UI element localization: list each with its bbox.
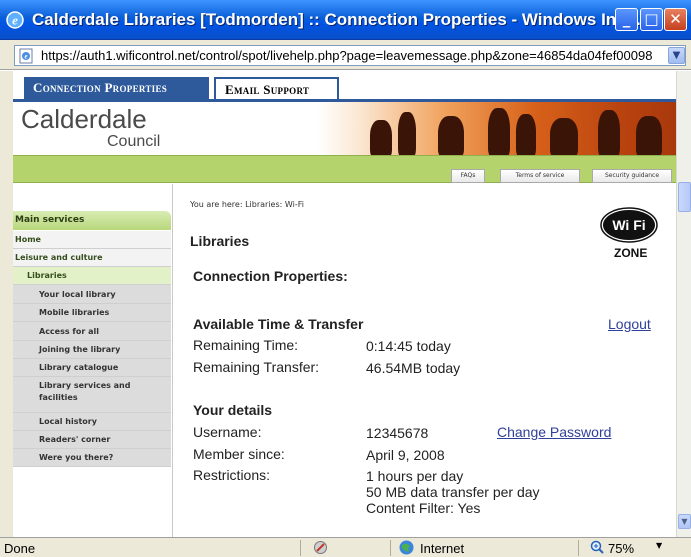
tab-email-support[interactable]: Email Support [214, 77, 339, 99]
sidebar: Main services Home Leisure and culture L… [13, 184, 173, 537]
wifi-zone-label: ZONE [614, 246, 648, 260]
zoom-magnifier-icon[interactable] [589, 539, 606, 556]
logout-link[interactable]: Logout [608, 316, 651, 332]
minimize-button[interactable]: _ [615, 8, 638, 31]
internet-zone-globe-icon [399, 540, 414, 555]
status-bar: Done Internet 75% ▼ [0, 537, 691, 557]
security-guidance-link[interactable]: Security guidance [592, 169, 672, 183]
page-icon: e [19, 48, 33, 64]
status-text: Done [4, 541, 36, 556]
svg-text:e: e [24, 53, 27, 61]
remaining-transfer-label: Remaining Transfer: [193, 359, 320, 375]
sidebar-item-mobile-libraries[interactable]: Mobile libraries [13, 304, 171, 322]
url-text[interactable]: https://auth1.wificontrol.net/control/sp… [41, 48, 667, 63]
window-title-bar[interactable]: e Calderdale Libraries [Todmorden] :: Co… [0, 0, 691, 40]
scrollbar-thumb[interactable] [678, 182, 691, 212]
zoom-dropdown-icon[interactable]: ▼ [656, 541, 662, 550]
restrictions-label: Restrictions: [193, 467, 271, 483]
restriction-data: 50 MB data transfer per day [366, 484, 540, 500]
remaining-time-value: 0:14:45 today [366, 338, 451, 354]
minimize-icon: _ [622, 10, 631, 28]
maximize-icon: □ [644, 10, 659, 28]
close-icon: ✕ [669, 10, 682, 28]
maximize-button[interactable]: □ [640, 8, 663, 31]
sidebar-item-libraries[interactable]: Libraries [13, 267, 171, 285]
dancers-photo [318, 102, 676, 158]
sidebar-item-readers-corner[interactable]: Readers' corner [13, 431, 171, 449]
header-banner: Calderdale Council [13, 99, 676, 158]
wifi-logo-text: Wi Fi [612, 217, 645, 233]
tab-row: Connection Properties Email Support [13, 71, 676, 99]
sidebar-item-local-history[interactable]: Local history [13, 413, 171, 431]
internet-explorer-icon: e [6, 11, 24, 29]
your-details-heading: Your details [193, 402, 273, 418]
sidebar-item-library-catalogue[interactable]: Library catalogue [13, 359, 171, 377]
sidebar-item-joining-the-library[interactable]: Joining the library [13, 341, 171, 359]
main-content: You are here: Libraries: Wi-Fi Libraries… [174, 184, 676, 537]
privacy-report-icon[interactable] [312, 539, 329, 556]
restriction-content-filter: Content Filter: Yes [366, 500, 481, 516]
breadcrumb: You are here: Libraries: Wi-Fi [190, 200, 304, 209]
sidebar-item-your-local-library[interactable]: Your local library [13, 285, 171, 304]
address-field[interactable]: e https://auth1.wificontrol.net/control/… [14, 45, 686, 66]
page-title: Libraries [190, 233, 250, 249]
sidebar-item-were-you-there[interactable]: Were you there? [13, 449, 171, 467]
left-frame-edge [0, 71, 13, 537]
zoom-level[interactable]: 75% [608, 541, 634, 556]
address-bar: e https://auth1.wificontrol.net/control/… [0, 40, 691, 70]
remaining-transfer-value: 46.54MB today [366, 360, 461, 376]
security-zone-label: Internet [420, 541, 465, 556]
logo-text-council: Council [107, 133, 161, 150]
address-dropdown-icon[interactable]: ▼ [668, 47, 685, 64]
tab-connection-properties[interactable]: Connection Properties [24, 77, 209, 99]
member-since-label: Member since: [193, 446, 285, 462]
username-label: Username: [193, 424, 262, 440]
close-button[interactable]: ✕ [664, 8, 687, 31]
sidebar-heading: Main services [13, 211, 171, 230]
connection-properties-heading: Connection Properties: [193, 268, 348, 284]
available-time-heading: Available Time & Transfer [193, 316, 364, 332]
top-nav-strip: FAQs Terms of service Security guidance [13, 155, 676, 183]
sidebar-item-home[interactable]: Home [13, 231, 171, 249]
calderdale-council-logo[interactable]: Calderdale Council [21, 104, 171, 154]
faqs-link[interactable]: FAQs [451, 169, 485, 183]
username-value: 12345678 [366, 425, 429, 441]
sidebar-item-leisure-and-culture[interactable]: Leisure and culture [13, 249, 171, 267]
member-since-value: April 9, 2008 [366, 447, 445, 463]
change-password-link[interactable]: Change Password [497, 424, 611, 440]
vertical-scrollbar[interactable]: ▼ [676, 71, 691, 537]
restriction-hours: 1 hours per day [366, 468, 464, 484]
logo-text-calderdale: Calderdale [21, 104, 147, 134]
window-title: Calderdale Libraries [Todmorden] :: Conn… [32, 10, 646, 29]
svg-text:e: e [12, 13, 18, 28]
sidebar-item-access-for-all[interactable]: Access for all [13, 322, 171, 341]
page-viewport: Connection Properties Email Support Cald… [13, 71, 676, 537]
sidebar-item-library-services-and-facilities[interactable]: Library services and facilities [13, 377, 171, 413]
remaining-time-label: Remaining Time: [193, 337, 299, 353]
terms-of-service-link[interactable]: Terms of service [500, 169, 580, 183]
scroll-down-icon[interactable]: ▼ [678, 514, 691, 529]
